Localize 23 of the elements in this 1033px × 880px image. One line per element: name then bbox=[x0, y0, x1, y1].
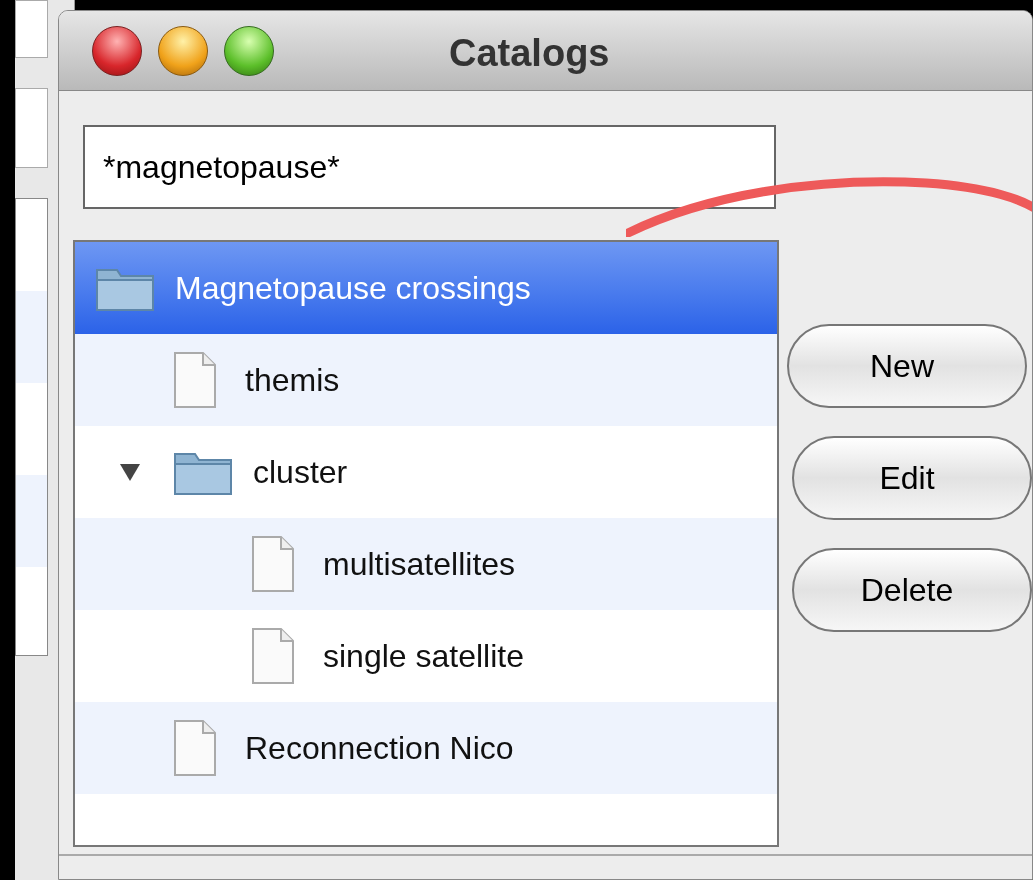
action-button[interactable]: Delete bbox=[792, 548, 1032, 632]
tree-item-label: Magnetopause crossings bbox=[175, 269, 531, 308]
tree-row[interactable]: Reconnection Nico bbox=[75, 702, 777, 794]
minimize-button[interactable] bbox=[158, 25, 208, 76]
search-field[interactable]: *magnetopause* bbox=[83, 125, 776, 209]
document-icon bbox=[251, 535, 295, 593]
document-icon bbox=[173, 719, 217, 777]
tree-item-label: cluster bbox=[253, 453, 348, 492]
tree-item-label: themis bbox=[245, 361, 340, 400]
close-button[interactable] bbox=[92, 25, 142, 76]
action-button[interactable]: New bbox=[787, 324, 1027, 408]
document-icon bbox=[251, 627, 295, 685]
action-button[interactable]: Edit bbox=[792, 436, 1032, 520]
zoom-button[interactable] bbox=[224, 25, 274, 76]
window-title: Catalogs bbox=[449, 31, 610, 76]
tree-row[interactable]: multisatellites bbox=[75, 518, 777, 610]
tree-row[interactable]: Magnetopause crossings bbox=[75, 242, 777, 334]
document-icon bbox=[173, 351, 217, 409]
tree-item-label: multisatellites bbox=[323, 545, 516, 584]
tree-item-label: single satellite bbox=[323, 637, 524, 676]
disclosure-triangle-icon[interactable] bbox=[119, 461, 141, 483]
tree-row[interactable]: themis bbox=[75, 334, 777, 426]
tree-item-label: Reconnection Nico bbox=[245, 729, 514, 768]
